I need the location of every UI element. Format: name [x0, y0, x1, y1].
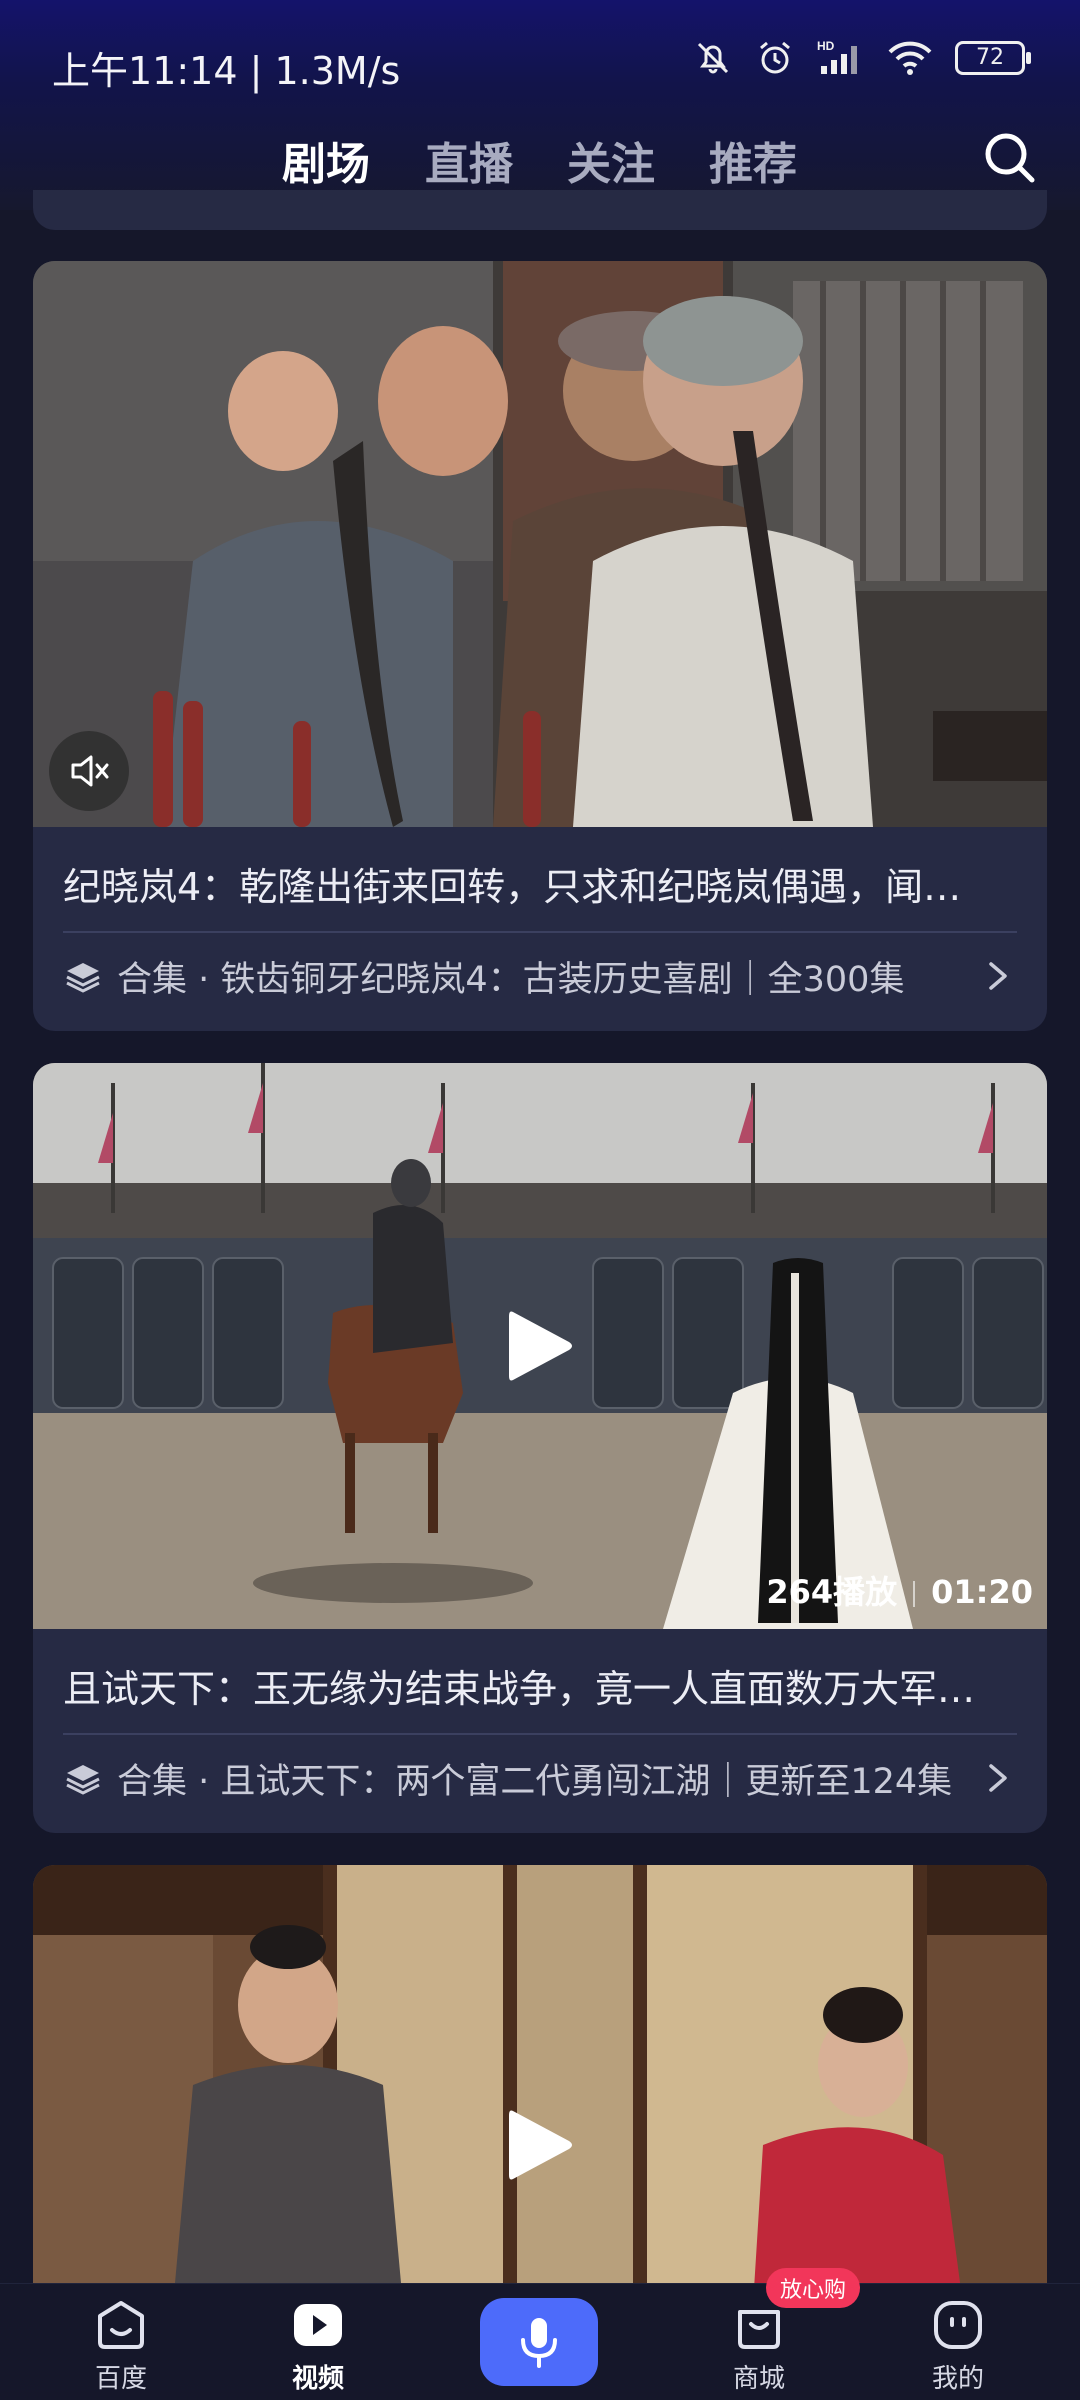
search-icon[interactable] [980, 128, 1040, 188]
card-divider [63, 1733, 1017, 1735]
home-face-icon [98, 2301, 144, 2349]
tab-recommend[interactable]: 推荐 [709, 128, 797, 192]
play-icon[interactable] [505, 2105, 575, 2185]
nav-video-label: 视频 [291, 2364, 344, 2394]
clock: 上午11:14 [52, 49, 238, 93]
battery-indicator: 72 [955, 41, 1031, 75]
video-card[interactable] [33, 1865, 1047, 2305]
video-thumbnail[interactable] [33, 261, 1047, 827]
status-bar-time: 上午11:14 | 1.3M/s [52, 49, 401, 93]
collection-text: 合集 · 铁齿铜牙纪晓岚4：古装历史喜剧｜全300集 [117, 960, 905, 1000]
speaker-muted-icon [71, 755, 109, 787]
alarm-icon [760, 41, 790, 74]
nav-home[interactable]: 百度 [51, 2298, 191, 2395]
wifi-icon [888, 41, 932, 75]
layers-icon [66, 962, 100, 993]
mute-bell-icon [697, 42, 729, 74]
tab-follow[interactable]: 关注 [567, 128, 655, 192]
nav-video[interactable]: 视频 [248, 2298, 388, 2395]
tab-theater[interactable]: 剧场 [282, 128, 370, 192]
play-count: 264播放 [766, 1573, 898, 1611]
collection-link[interactable]: 合集 · 铁齿铜牙纪晓岚4：古装历史喜剧｜全300集 [63, 951, 904, 1002]
video-frame-image [33, 1865, 1047, 2305]
mute-toggle[interactable] [49, 731, 129, 811]
bottom-navigation: 百度 视频 商城 放心购 我的 [0, 2268, 1080, 2400]
top-tabs: 剧场 直播 关注 推荐 [0, 128, 1080, 198]
nav-home-label: 百度 [94, 2364, 147, 2394]
profile-face-icon [934, 2301, 982, 2349]
microphone-icon [521, 2318, 557, 2368]
chevron-right-icon[interactable] [983, 1758, 1013, 1798]
video-thumbnail[interactable] [33, 1865, 1047, 2305]
video-thumbnail[interactable]: 264播放 01:20 [33, 1063, 1047, 1629]
play-icon[interactable] [505, 1306, 575, 1386]
video-title[interactable]: 且试天下：玉无缘为结束战争，竟一人直面数万大军… [63, 1658, 975, 1713]
chevron-right-icon[interactable] [983, 956, 1013, 996]
video-duration: 01:20 [931, 1573, 1033, 1611]
nav-mall-label: 商城 [732, 2364, 785, 2394]
collection-link[interactable]: 合集 · 且试天下：两个富二代勇闯江湖｜更新至124集 [63, 1753, 952, 1804]
network-speed: 1.3M/s [274, 49, 401, 93]
previous-card-bottom [33, 190, 1047, 230]
video-stats: 264播放 01:20 [766, 1567, 1033, 1613]
collection-text: 合集 · 且试天下：两个富二代勇闯江湖｜更新至124集 [117, 1762, 953, 1802]
video-card[interactable]: 纪晓岚4：乾隆出街来回转，只求和纪晓岚偶遇，闻… 合集 · 铁齿铜牙纪晓岚4：古… [33, 261, 1047, 1031]
video-frame-image [33, 261, 1047, 827]
voice-search-button[interactable] [480, 2298, 598, 2386]
nav-me[interactable]: 我的 [888, 2298, 1028, 2395]
nav-mall[interactable]: 商城 [689, 2298, 829, 2395]
card-divider [63, 931, 1017, 933]
layers-icon [66, 1764, 100, 1795]
video-play-icon [294, 2304, 342, 2346]
top-header: 上午11:14 | 1.3M/s HD 72 剧场 直播 关注 推荐 [0, 0, 1080, 210]
nav-me-label: 我的 [931, 2364, 984, 2394]
promo-badge: 放心购 [766, 2268, 861, 2308]
signal-hd-icon: HD [817, 39, 857, 74]
video-title[interactable]: 纪晓岚4：乾隆出街来回转，只求和纪晓岚偶遇，闻… [63, 856, 961, 911]
status-icons: HD 72 [693, 38, 1031, 78]
video-card[interactable]: 264播放 01:20 且试天下：玉无缘为结束战争，竟一人直面数万大军… 合集 ·… [33, 1063, 1047, 1833]
svg-text:HD: HD [817, 39, 835, 53]
tab-live[interactable]: 直播 [425, 128, 513, 192]
